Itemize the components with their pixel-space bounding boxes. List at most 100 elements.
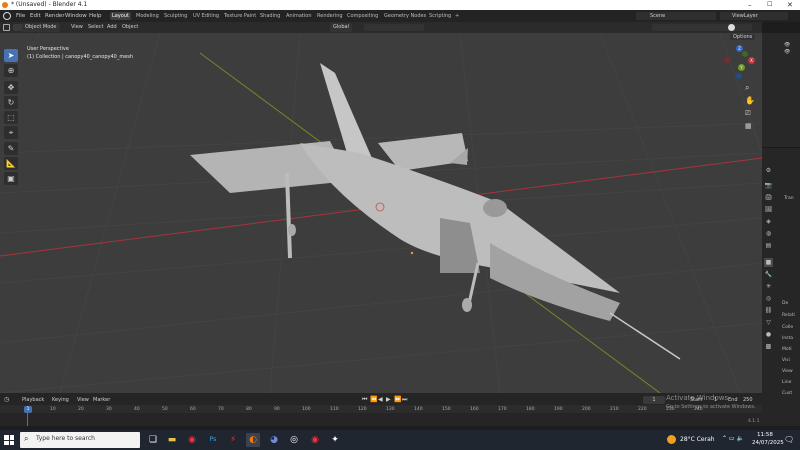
section-custom-props[interactable]: Cust <box>782 390 792 398</box>
physics-props-icon[interactable]: ◎ <box>764 294 773 303</box>
prev-key-icon[interactable]: ⏪ <box>370 396 377 403</box>
timeline-editor-icon[interactable]: ◷ <box>4 396 9 403</box>
taskbar-search-box[interactable]: ⌕ Type here to search <box>20 432 140 448</box>
pan-hand-icon[interactable]: ✋ <box>745 96 755 105</box>
visibility-eye-icon[interactable]: 👁 <box>784 42 790 48</box>
modifier-props-icon[interactable]: 🔧 <box>764 270 773 279</box>
workspace-tab-shading[interactable]: Shading <box>258 12 282 20</box>
current-frame-field[interactable]: 1 <box>643 396 665 404</box>
file-explorer-icon[interactable]: ▬ <box>165 433 179 447</box>
select-box-tool-icon[interactable]: ➤ <box>4 49 18 62</box>
obs-icon[interactable]: ◎ <box>287 433 301 447</box>
workspace-tab-layout[interactable]: Layout <box>110 12 131 20</box>
camera-view-icon[interactable]: ⎚ <box>745 109 751 118</box>
gizmo-y-axis[interactable]: Y <box>738 64 745 71</box>
section-instancing[interactable]: Insta <box>782 335 793 343</box>
workspace-tab-rendering[interactable]: Rendering <box>315 12 345 20</box>
world-props-icon[interactable]: ◍ <box>764 229 773 238</box>
view-menu-timeline[interactable]: View <box>77 397 89 403</box>
workspace-tab-texture-paint[interactable]: Texture Paint <box>222 12 258 20</box>
snapping-icons[interactable] <box>364 24 424 31</box>
measure-tool-icon[interactable]: 📐 <box>4 157 18 170</box>
keying-menu[interactable]: Keying <box>52 397 69 403</box>
playhead-marker[interactable]: 1 <box>24 406 32 413</box>
add-workspace-button[interactable]: + <box>453 12 461 20</box>
chrome-icon[interactable]: ◉ <box>185 433 199 447</box>
jump-start-icon[interactable]: ⏮ <box>362 396 367 404</box>
gizmo-neg-y[interactable] <box>742 51 748 57</box>
maximize-icon[interactable]: ☐ <box>767 0 772 10</box>
add-menu[interactable]: Add <box>104 23 120 32</box>
transform-orientation-dropdown[interactable]: Global <box>330 23 352 32</box>
workspace-tab-animation[interactable]: Animation <box>284 12 314 20</box>
section-viewport-display[interactable]: View <box>782 368 793 376</box>
chrome-profile-icon[interactable]: ◉ <box>308 433 322 447</box>
weather-text[interactable]: 28°C Cerah <box>680 436 715 443</box>
gizmo-x-axis[interactable]: X <box>748 57 755 64</box>
viewlayer-selector[interactable]: ViewLayer <box>720 12 788 20</box>
view-layer-props-icon[interactable]: 🖼 <box>764 205 773 214</box>
notification-icon[interactable]: 🗨 <box>784 435 794 444</box>
playback-menu[interactable]: Playback <box>22 397 44 403</box>
section-motion-paths[interactable]: Moti <box>782 346 792 354</box>
editor-type-icon[interactable] <box>3 24 10 31</box>
section-visibility[interactable]: Visi <box>782 357 790 365</box>
object-menu[interactable]: Object <box>119 23 141 32</box>
menu-help[interactable]: Help <box>87 10 104 22</box>
zoom-icon[interactable]: ⌕ <box>745 83 749 93</box>
play-icon[interactable]: ▶ <box>386 396 391 403</box>
scene-selector[interactable]: Scene <box>636 12 716 20</box>
clock-date[interactable]: 24/07/2025 <box>752 440 784 446</box>
view-menu[interactable]: View <box>68 23 86 32</box>
task-view-icon[interactable]: ❏ <box>146 433 160 447</box>
output-props-icon[interactable]: 🖨 <box>764 193 773 202</box>
section-relations[interactable]: Relati <box>782 312 795 320</box>
menu-file[interactable]: File <box>14 10 27 22</box>
workspace-tab-geometry-nodes[interactable]: Geometry Nodes <box>382 12 428 20</box>
gizmo-neg-z[interactable] <box>736 73 742 79</box>
blender-menu-icon[interactable] <box>3 12 11 20</box>
close-icon[interactable]: ✕ <box>787 0 793 10</box>
discord-icon[interactable]: ◕ <box>267 433 281 447</box>
object-mode-dropdown[interactable]: Object Mode <box>22 23 60 32</box>
material-props-icon[interactable]: ● <box>764 330 773 339</box>
scale-tool-icon[interactable]: ⬚ <box>4 111 18 124</box>
gizmo-neg-x[interactable] <box>724 57 730 63</box>
viewport-overlay-icons[interactable] <box>652 24 752 31</box>
data-props-icon[interactable]: ▽ <box>764 318 773 327</box>
rotate-tool-icon[interactable]: ↻ <box>4 96 18 109</box>
windows-start-icon[interactable] <box>4 435 14 445</box>
minimize-icon[interactable]: – <box>748 0 752 10</box>
constraints-props-icon[interactable]: ⛓ <box>764 306 773 315</box>
render-props-icon[interactable]: 📷 <box>764 181 773 190</box>
workspace-tab-uv-editing[interactable]: UV Editing <box>191 12 221 20</box>
photoshop-icon[interactable]: Ps <box>206 433 220 447</box>
section-delta[interactable]: De <box>782 300 788 308</box>
options-dropdown[interactable]: Options <box>730 34 756 40</box>
object-props-icon[interactable]: ■ <box>764 258 773 267</box>
blender-taskbar-icon[interactable]: ◐ <box>246 433 260 447</box>
move-tool-icon[interactable]: ✥ <box>4 81 18 94</box>
section-line-art[interactable]: Line <box>782 379 791 387</box>
texture-props-icon[interactable]: ▩ <box>764 342 773 351</box>
tool-props-icon[interactable]: ⚙ <box>764 166 773 175</box>
jet-model[interactable] <box>190 63 681 360</box>
transform-tool-icon[interactable]: ⌖ <box>4 126 18 139</box>
clock-time[interactable]: 11:58 <box>757 432 773 438</box>
menu-edit[interactable]: Edit <box>28 10 43 22</box>
jump-end-icon[interactable]: ⏭ <box>402 396 407 404</box>
workspace-tab-compositing[interactable]: Compositing <box>345 12 380 20</box>
cursor-tool-icon[interactable]: ⊕ <box>4 64 18 77</box>
shading-solid-icon[interactable] <box>728 24 735 31</box>
system-tray-icons[interactable]: ⌃ ▭ 🔈 <box>722 435 744 442</box>
particles-props-icon[interactable]: ✳ <box>764 282 773 291</box>
app-icon-2[interactable]: ✦ <box>328 433 342 447</box>
navigation-gizmo[interactable]: Z X Y <box>722 45 756 79</box>
visibility-eye-icon[interactable]: 👁 <box>784 49 790 55</box>
transform-section-header[interactable]: Tran <box>784 195 794 203</box>
add-cube-tool-icon[interactable]: ▣ <box>4 172 18 185</box>
section-collections[interactable]: Colle <box>782 324 793 332</box>
workspace-tab-scripting[interactable]: Scripting <box>427 12 453 20</box>
workspace-tab-sculpting[interactable]: Sculpting <box>162 12 189 20</box>
next-key-icon[interactable]: ⏩ <box>394 396 401 403</box>
